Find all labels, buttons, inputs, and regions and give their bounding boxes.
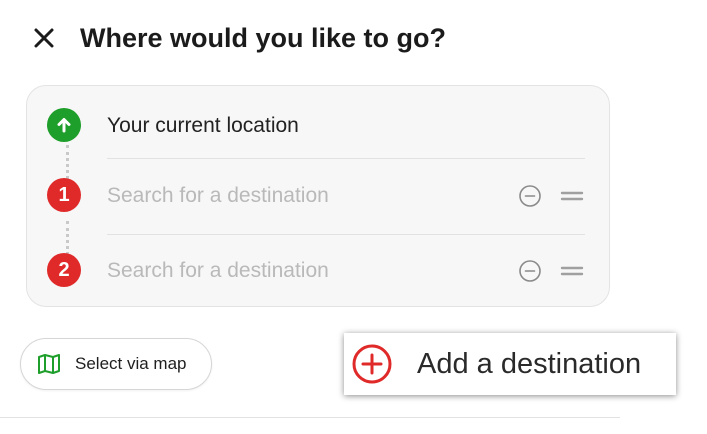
close-icon <box>34 28 54 48</box>
select-via-map-button[interactable]: Select via map <box>20 338 212 390</box>
add-destination-label: Add a destination <box>417 347 642 380</box>
remove-destination-button-2[interactable] <box>517 258 543 284</box>
page-title: Where would you like to go? <box>80 23 447 53</box>
destination-input-wrapper-1 <box>107 183 487 209</box>
drag-handle-2[interactable] <box>559 259 585 283</box>
close-button[interactable] <box>28 22 60 54</box>
origin-row[interactable]: Your current location <box>27 96 611 156</box>
route-card: Your current location 1 2 <box>26 85 610 307</box>
row-divider <box>107 234 585 235</box>
origin-marker <box>47 108 81 142</box>
destination-input-wrapper-2 <box>107 258 487 284</box>
plus-circle-icon <box>349 341 395 387</box>
destination-search-input-2[interactable] <box>107 259 487 283</box>
destination-number-2: 2 <box>58 259 70 281</box>
select-via-map-label: Select via map <box>75 354 187 373</box>
arrow-up-icon <box>57 118 71 133</box>
drag-handle-1[interactable] <box>559 184 585 208</box>
destination-row-1: 1 <box>27 166 611 226</box>
destination-marker-2: 2 <box>47 253 81 287</box>
destination-row-2: 2 <box>27 241 611 301</box>
drag-handle-icon <box>560 191 584 201</box>
row-divider <box>107 158 585 159</box>
destination-number-1: 1 <box>58 184 70 206</box>
map-icon <box>37 353 61 375</box>
minus-circle-icon <box>519 260 541 282</box>
bottom-divider <box>0 417 620 418</box>
add-destination-button[interactable]: Add a destination <box>344 333 676 395</box>
origin-label: Your current location <box>107 114 299 137</box>
drag-handle-icon <box>560 266 584 276</box>
remove-destination-button-1[interactable] <box>517 183 543 209</box>
destination-search-input-1[interactable] <box>107 184 487 208</box>
minus-circle-icon <box>519 185 541 207</box>
destination-marker-1: 1 <box>47 178 81 212</box>
